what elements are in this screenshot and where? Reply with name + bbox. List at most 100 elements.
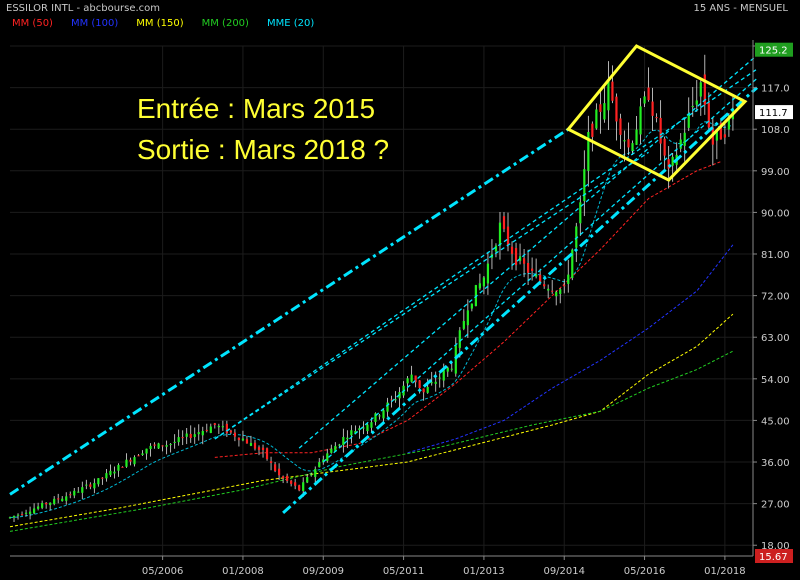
candle — [398, 387, 401, 408]
candle — [189, 425, 192, 443]
candle — [470, 303, 473, 312]
candle-body — [225, 423, 228, 434]
candle — [643, 91, 646, 107]
candle — [49, 502, 52, 511]
candle-body — [647, 87, 650, 101]
candle-body — [506, 226, 510, 246]
candle-body — [229, 430, 232, 433]
x-tick-label: 01/2008 — [222, 566, 264, 577]
candle — [273, 461, 277, 473]
candle — [20, 511, 24, 516]
candle — [494, 243, 498, 258]
candle — [89, 482, 92, 490]
candle — [201, 426, 204, 445]
candle — [522, 249, 526, 278]
y-tick-label: 108.0 — [761, 125, 790, 136]
candle-body — [418, 380, 421, 389]
candle-body — [695, 100, 698, 105]
candle-body — [603, 103, 606, 120]
candle-body — [310, 474, 313, 476]
candle — [531, 257, 534, 281]
candle-body — [595, 109, 598, 129]
candle-body — [265, 448, 269, 460]
candle-body — [28, 511, 32, 515]
candle-body — [281, 476, 285, 479]
candle — [342, 428, 345, 453]
candle — [117, 463, 120, 477]
candle — [181, 430, 184, 446]
candle — [81, 481, 84, 499]
x-tick-label: 01/2018 — [704, 566, 746, 577]
candle-body — [245, 439, 249, 444]
candle — [647, 67, 650, 102]
candle — [177, 429, 180, 446]
candle-body — [77, 491, 80, 493]
candle — [587, 115, 590, 187]
candle-body — [643, 96, 646, 104]
y-tick-label: 117.0 — [761, 84, 790, 95]
candle — [286, 473, 289, 484]
candle-body — [109, 470, 112, 476]
candle-body — [478, 283, 482, 289]
candle — [514, 242, 518, 271]
candle-body — [253, 442, 257, 449]
candle — [85, 479, 88, 490]
x-tick-label: 09/2014 — [543, 566, 585, 577]
y-tick-label: 27.00 — [761, 500, 790, 511]
y-tick-label: 54.00 — [761, 375, 790, 386]
candle-body — [121, 466, 124, 468]
candle-body — [498, 222, 502, 246]
candle — [141, 450, 144, 456]
y-tick-label: 99.00 — [761, 167, 790, 178]
candle-body — [707, 102, 710, 128]
candle — [193, 427, 196, 444]
candle-body — [547, 288, 550, 291]
candle — [555, 290, 558, 306]
candle — [16, 513, 20, 520]
candle — [129, 457, 132, 466]
candle-body — [607, 81, 610, 111]
candle-body — [623, 140, 626, 142]
candle — [233, 429, 237, 442]
candle — [615, 93, 618, 141]
y-tick-label: 90.00 — [761, 208, 790, 219]
candle — [32, 503, 36, 515]
candle-body — [298, 485, 301, 491]
candle — [410, 365, 413, 383]
candle-body — [591, 123, 594, 137]
candle-body — [458, 330, 461, 348]
candle — [350, 425, 353, 444]
candle-body — [306, 477, 309, 483]
y-tick-label: 45.00 — [761, 416, 790, 427]
candle — [498, 211, 502, 260]
candle-body — [627, 139, 630, 148]
candle-body — [93, 483, 96, 489]
candle-body — [611, 81, 614, 101]
candle-body — [41, 503, 44, 508]
candle-body — [346, 437, 349, 440]
price-label-high: 125.2 — [759, 46, 788, 57]
candle-body — [510, 246, 514, 254]
candle — [93, 478, 96, 494]
candle-body — [177, 437, 180, 443]
candle-body — [330, 448, 333, 453]
candle — [257, 445, 261, 456]
axes: 126.0117.0108.099.0090.0081.0072.0063.00… — [10, 40, 793, 577]
candle-body — [233, 432, 237, 437]
legend-item-mm100: MM (100) — [70, 18, 119, 29]
candle-body — [691, 105, 694, 107]
candle-body — [137, 455, 140, 457]
candle-body — [522, 258, 526, 264]
candle-body — [277, 468, 281, 476]
candle-body — [406, 378, 409, 384]
candle-body — [514, 248, 518, 266]
candle — [249, 435, 253, 447]
candle — [45, 501, 48, 509]
candle — [209, 423, 212, 434]
candle — [619, 113, 622, 150]
candle-body — [531, 268, 534, 271]
candle — [173, 434, 176, 449]
candle — [217, 423, 220, 434]
chart-period: 15 ANS - MENSUEL — [693, 3, 788, 14]
candle — [69, 491, 72, 499]
